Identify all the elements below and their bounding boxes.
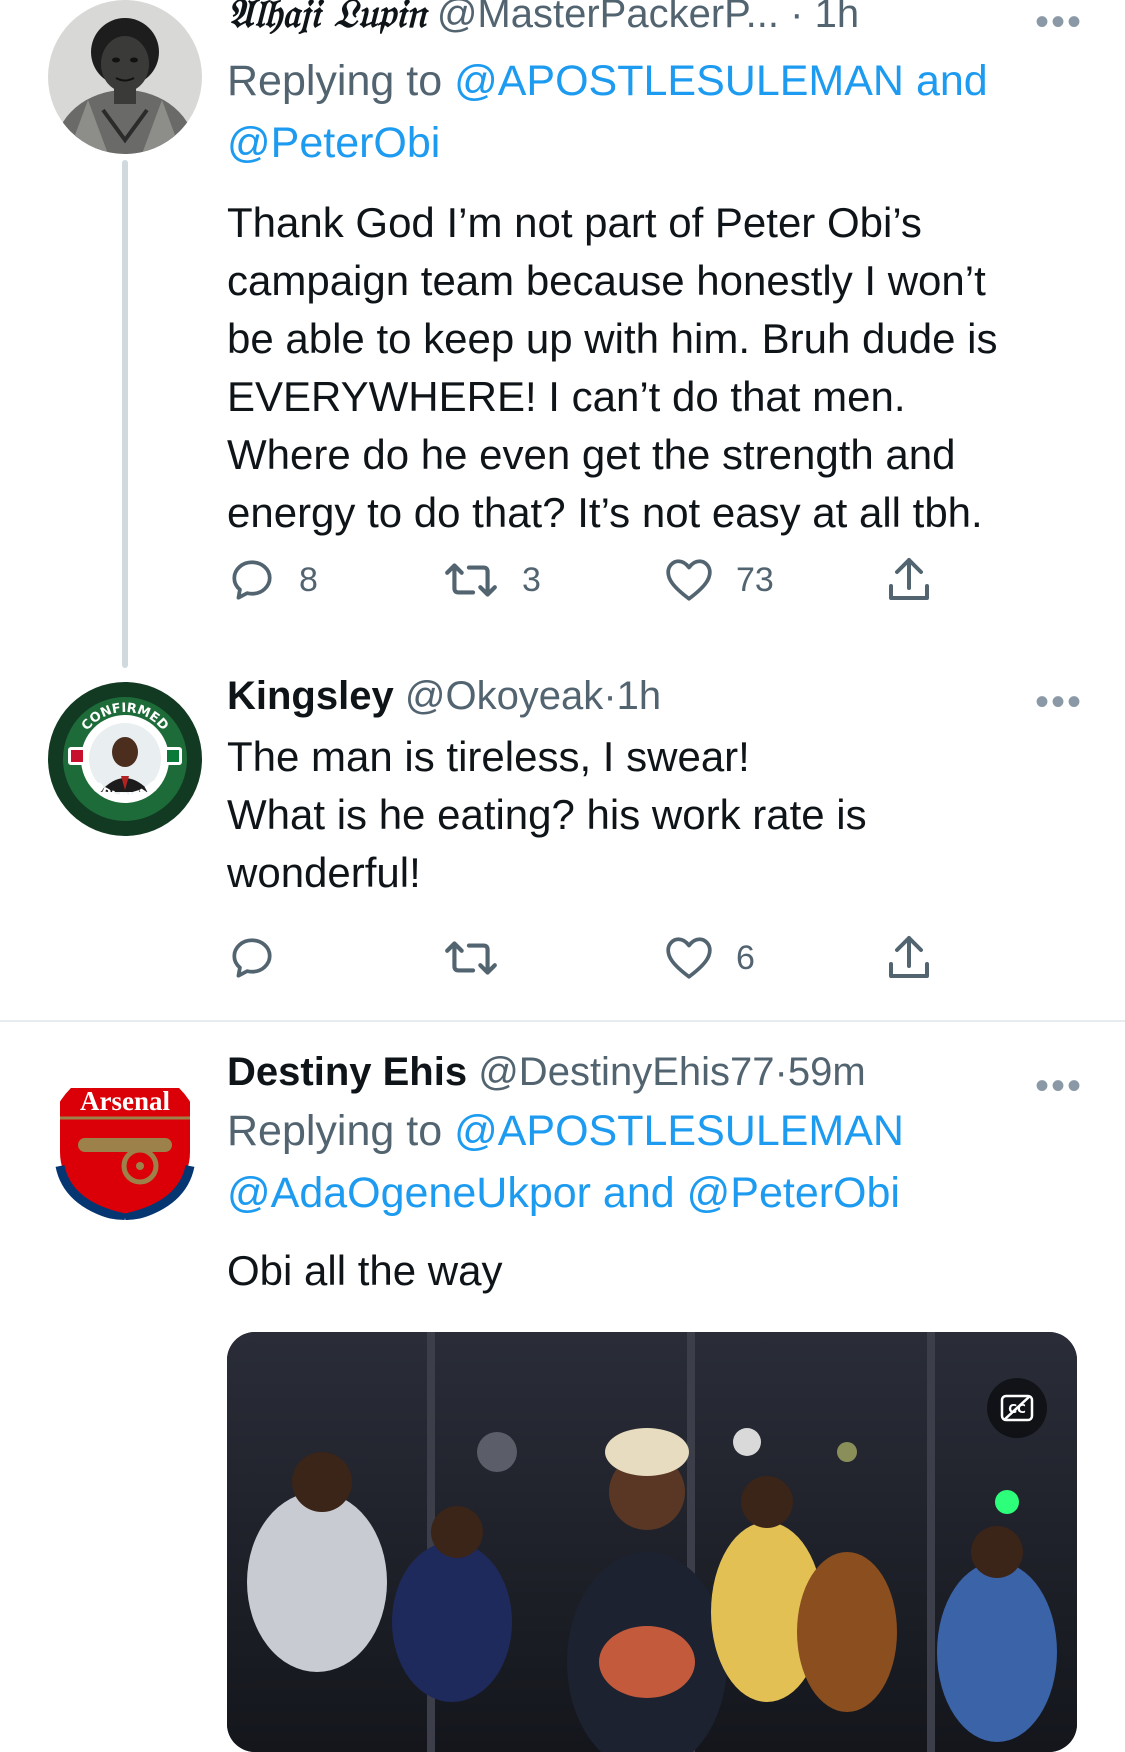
thread-connector xyxy=(122,160,128,668)
tweet-1[interactable]: 𝔄𝔩𝔥𝔞𝔧𝔦 𝔏𝔲𝔭𝔦𝔫 @MasterPackerP... · 1h Repl… xyxy=(0,0,1125,668)
like-button[interactable]: 73 xyxy=(664,552,774,608)
closed-captions-icon[interactable]: CC xyxy=(987,1378,1047,1438)
more-options-icon[interactable]: ••• xyxy=(1035,1066,1083,1106)
tweet-text: Obi all the way xyxy=(227,1247,503,1294)
mention-link[interactable]: @PeterObi xyxy=(227,119,440,167)
crest-text: Arsenal xyxy=(80,1086,170,1116)
reply-icon xyxy=(232,560,272,600)
tweet-text: The man is tireless, I swear! What is he… xyxy=(227,733,867,896)
timestamp[interactable]: 1h xyxy=(617,674,662,718)
share-icon xyxy=(889,936,929,978)
mention-and: and xyxy=(602,1169,675,1217)
like-button[interactable]: 6 xyxy=(664,930,755,986)
avatar-alhaji[interactable] xyxy=(48,0,202,154)
mention-link[interactable]: @APOSTLESULEMAN xyxy=(454,1107,904,1155)
tweet-header: Kingsley @Okoyeak·1h xyxy=(227,674,1087,718)
display-name[interactable]: Destiny Ehis xyxy=(227,1050,467,1094)
mention-and: and xyxy=(915,57,988,105)
timestamp[interactable]: 59m xyxy=(788,1050,866,1094)
reply-count: 8 xyxy=(299,560,318,599)
handle[interactable]: @DestinyEhis77 xyxy=(478,1050,774,1094)
more-options-icon[interactable]: ••• xyxy=(1035,682,1083,722)
replying-prefix: Replying to xyxy=(227,57,443,105)
video-thumbnail-icon xyxy=(227,1332,1077,1752)
reply-button[interactable] xyxy=(227,930,299,986)
portrait-avatar-icon xyxy=(48,0,202,154)
replying-prefix: Replying to xyxy=(227,1107,443,1155)
retweet-icon xyxy=(445,941,497,975)
display-name[interactable]: Kingsley xyxy=(227,674,394,718)
mention-link[interactable]: @APOSTLESULEMAN xyxy=(454,57,904,105)
mention-link[interactable]: @AdaOgeneUkpor xyxy=(227,1169,591,1217)
arsenal-crest-icon: Arsenal xyxy=(48,1066,202,1220)
tweet-text: Thank God I’m not part of Peter Obi’s ca… xyxy=(227,199,998,536)
obi-dient-badge-icon: CONFIRMED OBI-DIENT xyxy=(48,682,202,836)
tweet-header: 𝔄𝔩𝔥𝔞𝔧𝔦 𝔏𝔲𝔭𝔦𝔫 @MasterPackerP... · 1h xyxy=(227,0,1087,36)
separator: · xyxy=(603,674,617,718)
share-icon xyxy=(889,558,929,600)
retweet-button[interactable] xyxy=(442,930,522,986)
cc-glyph: CC xyxy=(1000,1394,1034,1422)
handle[interactable]: @Okoyeak xyxy=(405,674,603,718)
tweet-header: Destiny Ehis @DestinyEhis77·59m xyxy=(227,1050,1087,1094)
retweet-button[interactable]: 3 xyxy=(442,552,541,608)
reply-button[interactable]: 8 xyxy=(227,552,318,608)
tweet-2[interactable]: CONFIRMED OBI-DIENT Kingsley @Okoyeak·1h… xyxy=(0,670,1125,1020)
like-count: 73 xyxy=(736,560,774,599)
display-name[interactable]: 𝔄𝔩𝔥𝔞𝔧𝔦 𝔏𝔲𝔭𝔦𝔫 xyxy=(227,0,426,37)
separator: · xyxy=(774,1050,788,1094)
replying-to: Replying to @APOSTLESULEMAN @AdaOgeneUkp… xyxy=(227,1100,1087,1224)
like-count: 6 xyxy=(736,938,755,977)
handle[interactable]: @MasterPackerP... xyxy=(437,0,779,36)
avatar-destiny[interactable]: Arsenal xyxy=(48,1066,202,1220)
tweet-3[interactable]: Arsenal Destiny Ehis @DestinyEhis77·59m … xyxy=(0,1024,1125,1752)
replying-to: Replying to @APOSTLESULEMAN and @PeterOb… xyxy=(227,50,1087,174)
reply-icon xyxy=(232,938,272,978)
video-thumbnail[interactable]: CC xyxy=(227,1332,1077,1752)
tweet-divider xyxy=(0,1020,1125,1022)
more-options-icon[interactable]: ••• xyxy=(1035,2,1083,42)
mention-link[interactable]: @PeterObi xyxy=(687,1169,900,1217)
avatar-kingsley[interactable]: CONFIRMED OBI-DIENT xyxy=(48,682,202,836)
separator: · xyxy=(790,0,804,36)
share-button[interactable] xyxy=(887,930,931,986)
heart-icon xyxy=(666,937,712,979)
retweet-count: 3 xyxy=(522,560,541,599)
heart-icon xyxy=(666,559,712,601)
share-button[interactable] xyxy=(887,552,931,608)
retweet-icon xyxy=(445,563,497,597)
timestamp[interactable]: 1h xyxy=(815,0,860,36)
